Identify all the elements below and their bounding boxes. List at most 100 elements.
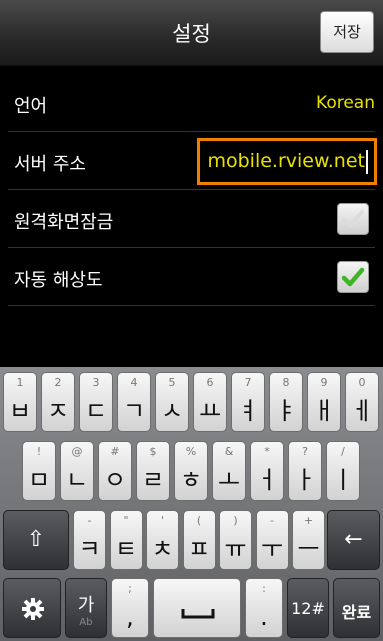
key-label: ㅅ xyxy=(160,397,184,425)
remote-lock-checkbox[interactable] xyxy=(337,203,369,235)
settings-list: 언어 Korean 서버 주소 mobile.rview.net 원격화면잠금 … xyxy=(0,74,383,306)
key-label: ㅎ xyxy=(179,466,203,494)
key-hint: 0 xyxy=(358,376,366,389)
key-label: ㅍ xyxy=(187,535,211,563)
key-row2-6[interactable]: * ㅓ xyxy=(250,441,284,501)
key-label: ㅁ xyxy=(27,466,51,494)
comma-label: , xyxy=(126,603,134,631)
key-row1-2[interactable]: 3ㄷ xyxy=(79,372,113,432)
server-address-input[interactable]: mobile.rview.net xyxy=(197,138,377,185)
key-label: ㄷ xyxy=(84,397,108,425)
key-hint: - xyxy=(270,514,274,527)
key-hint: 6 xyxy=(206,376,214,389)
key-row2-0[interactable]: ! ㅁ xyxy=(22,441,56,501)
key-row1-0[interactable]: 1ㅂ xyxy=(3,372,37,432)
lang-sub-label: Ab xyxy=(79,617,93,628)
soft-keyboard: 가 Ab ; , : . 12# 완료 ⇧ ← 1ㅂ2ㅈ3ㄷ4ㄱ5ㅅ6ㅛ7ㅕ8ㅑ9… xyxy=(0,367,383,641)
key-row2-5[interactable]: & ㅗ xyxy=(212,441,246,501)
auto-resolution-label: 자동 해상도 xyxy=(14,270,103,291)
key-label: ㅌ xyxy=(114,535,138,563)
language-row[interactable]: 언어 Korean xyxy=(8,74,375,132)
key-row1-3[interactable]: 4ㄱ xyxy=(117,372,151,432)
key-row1-1[interactable]: 2ㅈ xyxy=(41,372,75,432)
key-row1-4[interactable]: 5ㅅ xyxy=(155,372,189,432)
auto-resolution-row[interactable]: 자동 해상도 xyxy=(8,248,375,306)
space-icon xyxy=(181,609,215,619)
key-label: ㅣ xyxy=(331,466,355,494)
key-hint: ' xyxy=(160,514,165,527)
remote-lock-row[interactable]: 원격화면잠금 xyxy=(8,190,375,248)
done-label: 완료 xyxy=(341,603,372,622)
key-hint: 9 xyxy=(320,376,328,389)
gear-icon xyxy=(22,598,44,620)
text-caret xyxy=(366,149,368,174)
key-label: ㅏ xyxy=(293,466,317,494)
done-key[interactable]: 완료 xyxy=(333,578,380,638)
key-row1-6[interactable]: 7ㅕ xyxy=(231,372,265,432)
shift-key[interactable]: ⇧ xyxy=(3,510,69,570)
key-hint: 4 xyxy=(130,376,138,389)
key-row1-8[interactable]: 9ㅐ xyxy=(307,372,341,432)
key-row1-9[interactable]: 0ㅔ xyxy=(345,372,379,432)
key-hint: / xyxy=(341,445,345,458)
key-label: ㅜ xyxy=(260,535,284,563)
key-hint: " xyxy=(123,514,129,527)
space-key[interactable] xyxy=(153,578,241,638)
server-address-value: mobile.rview.net xyxy=(207,150,365,172)
key-label: ㅓ xyxy=(255,466,279,494)
key-label: ㅇ xyxy=(103,466,127,494)
key-row2-7[interactable]: ? ㅏ xyxy=(288,441,322,501)
key-hint: 7 xyxy=(244,376,252,389)
key-hint: 8 xyxy=(282,376,290,389)
check-icon xyxy=(341,267,365,287)
key-row2-1[interactable]: @ ㄴ xyxy=(60,441,94,501)
key-hint: - xyxy=(87,514,92,527)
semicolon-hint: ; xyxy=(128,582,132,595)
backspace-icon: ← xyxy=(344,527,363,552)
key-label: ㄹ xyxy=(141,466,165,494)
key-row3-2[interactable]: ' ㅊ xyxy=(146,510,179,570)
auto-resolution-checkbox[interactable] xyxy=(337,261,369,293)
numeric-key[interactable]: 12# xyxy=(287,578,329,638)
key-hint: 1 xyxy=(16,376,24,389)
keyboard-settings-key[interactable] xyxy=(3,578,61,638)
key-row1-5[interactable]: 6ㅛ xyxy=(193,372,227,432)
shift-icon: ⇧ xyxy=(26,527,46,552)
key-row3-3[interactable]: (ㅍ xyxy=(182,510,216,570)
key-label: ㅡ xyxy=(297,535,320,563)
server-address-label: 서버 주소 xyxy=(14,154,86,175)
key-hint: @ xyxy=(71,445,83,458)
check-icon xyxy=(342,210,364,228)
key-row3-1[interactable]: " ㅌ xyxy=(109,510,143,570)
key-row3-4[interactable]: ) ㅠ xyxy=(219,510,252,570)
key-row2-2[interactable]: # ㅇ xyxy=(98,441,132,501)
period-label: . xyxy=(260,603,268,631)
key-label: ㅋ xyxy=(78,535,101,563)
key-hint: ) xyxy=(233,514,238,527)
key-hint: * xyxy=(264,445,270,458)
key-row3-0[interactable]: -ㅋ xyxy=(73,510,106,570)
key-label: ㅕ xyxy=(236,397,260,425)
numeric-label: 12# xyxy=(291,599,325,618)
save-button[interactable]: 저장 xyxy=(320,11,374,53)
key-hint: ( xyxy=(196,514,202,527)
key-hint: % xyxy=(185,445,197,458)
server-address-row: 서버 주소 mobile.rview.net xyxy=(8,132,377,190)
key-label: ㅈ xyxy=(46,397,70,425)
key-label: ㄱ xyxy=(122,397,146,425)
key-row2-3[interactable]: $ ㄹ xyxy=(136,441,170,501)
key-hint: $ xyxy=(149,445,157,458)
key-hint: + xyxy=(303,514,314,527)
language-switch-key[interactable]: 가 Ab xyxy=(65,578,107,638)
key-row3-6[interactable]: + ㅡ xyxy=(292,510,325,570)
key-row2-4[interactable]: % ㅎ xyxy=(174,441,208,501)
key-row1-7[interactable]: 8ㅑ xyxy=(269,372,303,432)
key-hint: 2 xyxy=(54,376,62,389)
backspace-key[interactable]: ← xyxy=(327,510,380,570)
colon-hint: : xyxy=(262,582,266,595)
period-key[interactable]: : . xyxy=(245,578,283,638)
key-row3-5[interactable]: -ㅜ xyxy=(255,510,289,570)
key-row2-8[interactable]: / ㅣ xyxy=(326,441,360,501)
comma-key[interactable]: ; , xyxy=(111,578,149,638)
language-label: 언어 xyxy=(14,96,48,117)
